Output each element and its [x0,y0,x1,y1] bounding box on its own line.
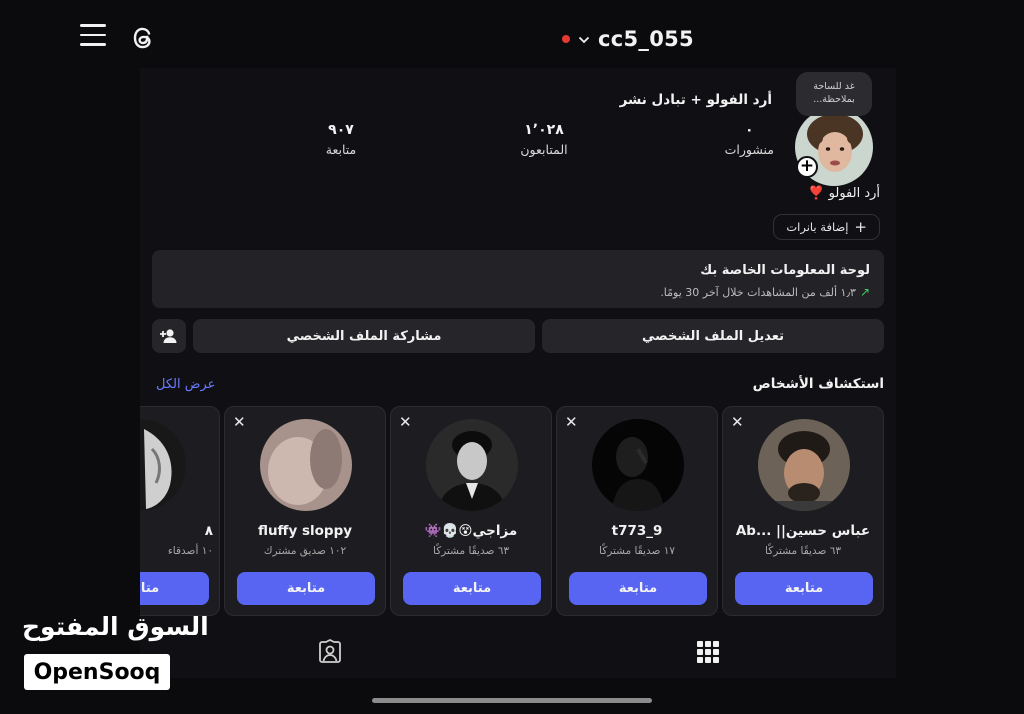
follow-button[interactable]: متابعة [403,572,541,605]
suggestion-name[interactable]: fluffy sloppy [231,523,379,539]
add-banners-label: إضافة بانرات [786,220,849,234]
add-banners-button[interactable]: + إضافة بانرات [773,214,880,240]
watermark-logo: OpenSooq [24,654,170,690]
suggestion-card: ٨ ١٠ أصدقاء متابعة [140,406,220,616]
home-indicator [372,698,652,703]
add-story-icon[interactable]: + [796,156,818,178]
follow-button[interactable]: متابعة [735,572,873,605]
grid-icon [697,641,719,663]
follow-button[interactable]: متابعة [237,572,375,605]
stat-followers[interactable]: ١٬٠٢٨ المتابعون [506,122,582,157]
stat-following[interactable]: ٩٠٧ متابعة [312,122,370,157]
see-all-link[interactable]: عرض الكل [156,377,215,392]
stat-label: المتابعون [520,142,568,157]
dashboard-title: لوحة المعلومات الخاصة بك [700,263,870,278]
discover-people-title: استكشاف الأشخاص [752,376,884,392]
mutual-friends: ١٧ صديقًا مشتركًا [599,545,675,557]
mutual-friends: ١٠ أصدقاء [167,545,213,557]
people-carousel[interactable]: ✕ عباس حسين|| ...Ab ٦٣ صديقًا مشتركًا مت… [140,406,896,618]
trend-up-icon: ↗ [859,285,870,299]
dismiss-icon[interactable]: ✕ [565,413,578,431]
posts-grid-tab[interactable] [694,638,722,666]
suggestion-name[interactable]: t773_9 [563,523,711,539]
professional-dashboard[interactable]: لوحة المعلومات الخاصة بك ↗ ١٫٣ ألف من ال… [152,250,884,308]
suggestion-name[interactable]: ٨ [140,523,213,539]
follow-button[interactable]: متابعة [140,572,209,605]
stat-label: متابعة [325,142,357,157]
suggestion-card: ✕ مزاجي😵💀👾 ٦٣ صديقًا مشتركًا متابعة [390,406,552,616]
suggestion-card: ✕ عباس حسين|| ...Ab ٦٣ صديقًا مشتركًا مت… [722,406,884,616]
add-person-icon [160,329,177,343]
edit-profile-button[interactable]: تعديل الملف الشخصي [542,319,884,353]
suggestion-card: ✕ fluffy sloppy ١٠٢ صديق مشترك متابعة [224,406,386,616]
suggestion-avatar[interactable] [260,419,352,511]
threads-icon[interactable] [130,24,156,52]
mutual-friends: ١٠٢ صديق مشترك [263,545,347,557]
discover-people-button[interactable] [152,319,186,353]
suggestion-avatar[interactable] [426,419,518,511]
stat-value: ١٬٠٢٨ [524,122,564,138]
note-bubble[interactable]: غد للساحة بملاحظة... [796,72,872,116]
hamburger-menu-icon[interactable] [80,24,106,48]
suggestion-avatar[interactable] [140,419,186,511]
tagged-person-icon [319,638,341,663]
stat-value: ٩٠٧ [328,122,354,138]
dashboard-views: ١٫٣ ألف من المشاهدات خلال آخر 30 يومًا. [660,285,856,299]
stat-label: منشورات [724,142,774,157]
suggestion-name[interactable]: مزاجي😵💀👾 [397,523,545,539]
account-switcher[interactable]: cc5_055 [562,24,694,54]
suggestion-card: ✕ t773_9 ١٧ صديقًا مشتركًا متابعة [556,406,718,616]
mutual-friends: ٦٣ صديقًا مشتركًا [765,545,841,557]
suggestion-name[interactable]: عباس حسين|| ...Ab [729,523,877,539]
dismiss-icon[interactable]: ✕ [399,413,412,431]
suggestion-avatar[interactable] [758,419,850,511]
plus-icon: + [854,218,867,236]
dashboard-subtitle: ↗ ١٫٣ ألف من المشاهدات خلال آخر 30 يومًا… [660,285,870,299]
suggestion-avatar[interactable] [592,419,684,511]
stat-posts: ٠ منشورات [725,122,774,157]
tagged-tab[interactable] [316,638,344,666]
watermark-logo-arabic: السوق المفتوح [22,612,209,641]
share-profile-button[interactable]: مشاركة الملف الشخصي [193,319,535,353]
username: cc5_055 [598,27,694,51]
display-name: أرد الفولو ❣️ [808,186,880,201]
follow-button[interactable]: متابعة [569,572,707,605]
bio-text: أرد الفولو + تبادل نشر [619,92,772,108]
stat-value: ٠ [745,122,754,138]
dismiss-icon[interactable]: ✕ [731,413,744,431]
mutual-friends: ٦٣ صديقًا مشتركًا [433,545,509,557]
status-dot [562,35,570,43]
dismiss-icon[interactable]: ✕ [233,413,246,431]
chevron-down-icon [578,30,590,49]
